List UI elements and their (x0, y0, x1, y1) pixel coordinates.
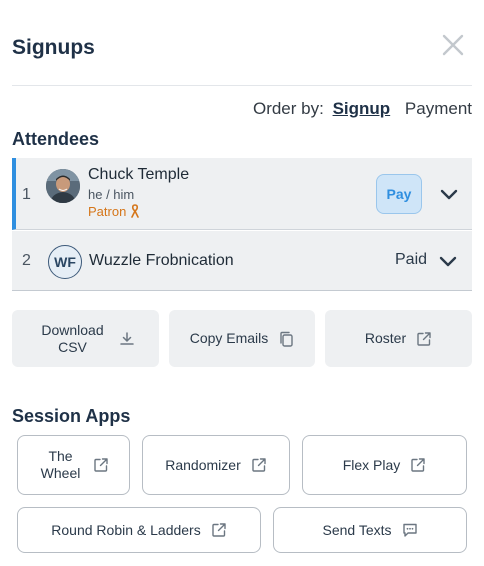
send-texts-button[interactable]: Send Texts (273, 507, 467, 553)
roster-button[interactable]: Roster (325, 310, 472, 367)
external-link-icon (211, 522, 227, 538)
order-by-payment[interactable]: Payment (405, 99, 472, 118)
attendee-pronouns: he / him (88, 187, 135, 202)
session-apps-heading: Session Apps (12, 406, 131, 426)
attendee-name: Wuzzle Frobnication (89, 252, 234, 269)
attendee-number: 1 (22, 186, 31, 203)
external-link-icon (416, 331, 432, 347)
round-robin-ladders-label: Round Robin & Ladders (51, 521, 201, 538)
divider (12, 85, 472, 86)
pay-button[interactable]: Pay (376, 174, 422, 214)
copy-emails-label: Copy Emails (189, 330, 269, 346)
avatar (46, 169, 80, 203)
download-icon (119, 331, 135, 347)
external-link-icon (93, 457, 109, 473)
randomizer-button[interactable]: Randomizer (142, 435, 290, 495)
roster-label: Roster (364, 330, 407, 346)
order-by-label: Order by: (252, 99, 324, 118)
the-wheel-label: The Wheel (40, 448, 81, 481)
header: Signups (12, 34, 472, 64)
flex-play-label: Flex Play (342, 456, 401, 473)
the-wheel-button[interactable]: The Wheel (17, 435, 130, 495)
attendee-row: 1 Chuck Temple he / him Patron Pay (12, 158, 472, 230)
attendee-name: Chuck Temple (88, 166, 190, 183)
external-link-icon (251, 457, 267, 473)
avatar: WF (48, 245, 82, 279)
randomizer-label: Randomizer (165, 456, 241, 473)
chevron-down-icon[interactable] (437, 250, 459, 272)
external-link-icon (410, 457, 426, 473)
download-csv-label: Download CSV (41, 321, 104, 355)
round-robin-ladders-button[interactable]: Round Robin & Ladders (17, 507, 261, 553)
patron-badge: Patron (88, 204, 140, 219)
copy-emails-button[interactable]: Copy Emails (169, 310, 315, 367)
order-by-signup[interactable]: Signup (333, 99, 391, 118)
download-csv-button[interactable]: Download CSV (12, 310, 159, 367)
patron-label: Patron (88, 204, 127, 219)
chevron-down-icon[interactable] (438, 183, 460, 205)
page-title: Signups (12, 36, 95, 59)
attendees-heading: Attendees (12, 129, 100, 149)
copy-icon (278, 331, 294, 347)
attendee-row: 2 WF Wuzzle Frobnication Paid (12, 231, 472, 291)
close-icon[interactable] (440, 32, 466, 58)
paid-status: Paid (395, 251, 428, 268)
message-icon (402, 522, 418, 538)
send-texts-label: Send Texts (322, 521, 392, 538)
attendee-number: 2 (22, 252, 31, 269)
order-by: Order by: Signup Payment (253, 99, 472, 119)
flex-play-button[interactable]: Flex Play (302, 435, 467, 495)
ribbon-icon (130, 204, 140, 219)
